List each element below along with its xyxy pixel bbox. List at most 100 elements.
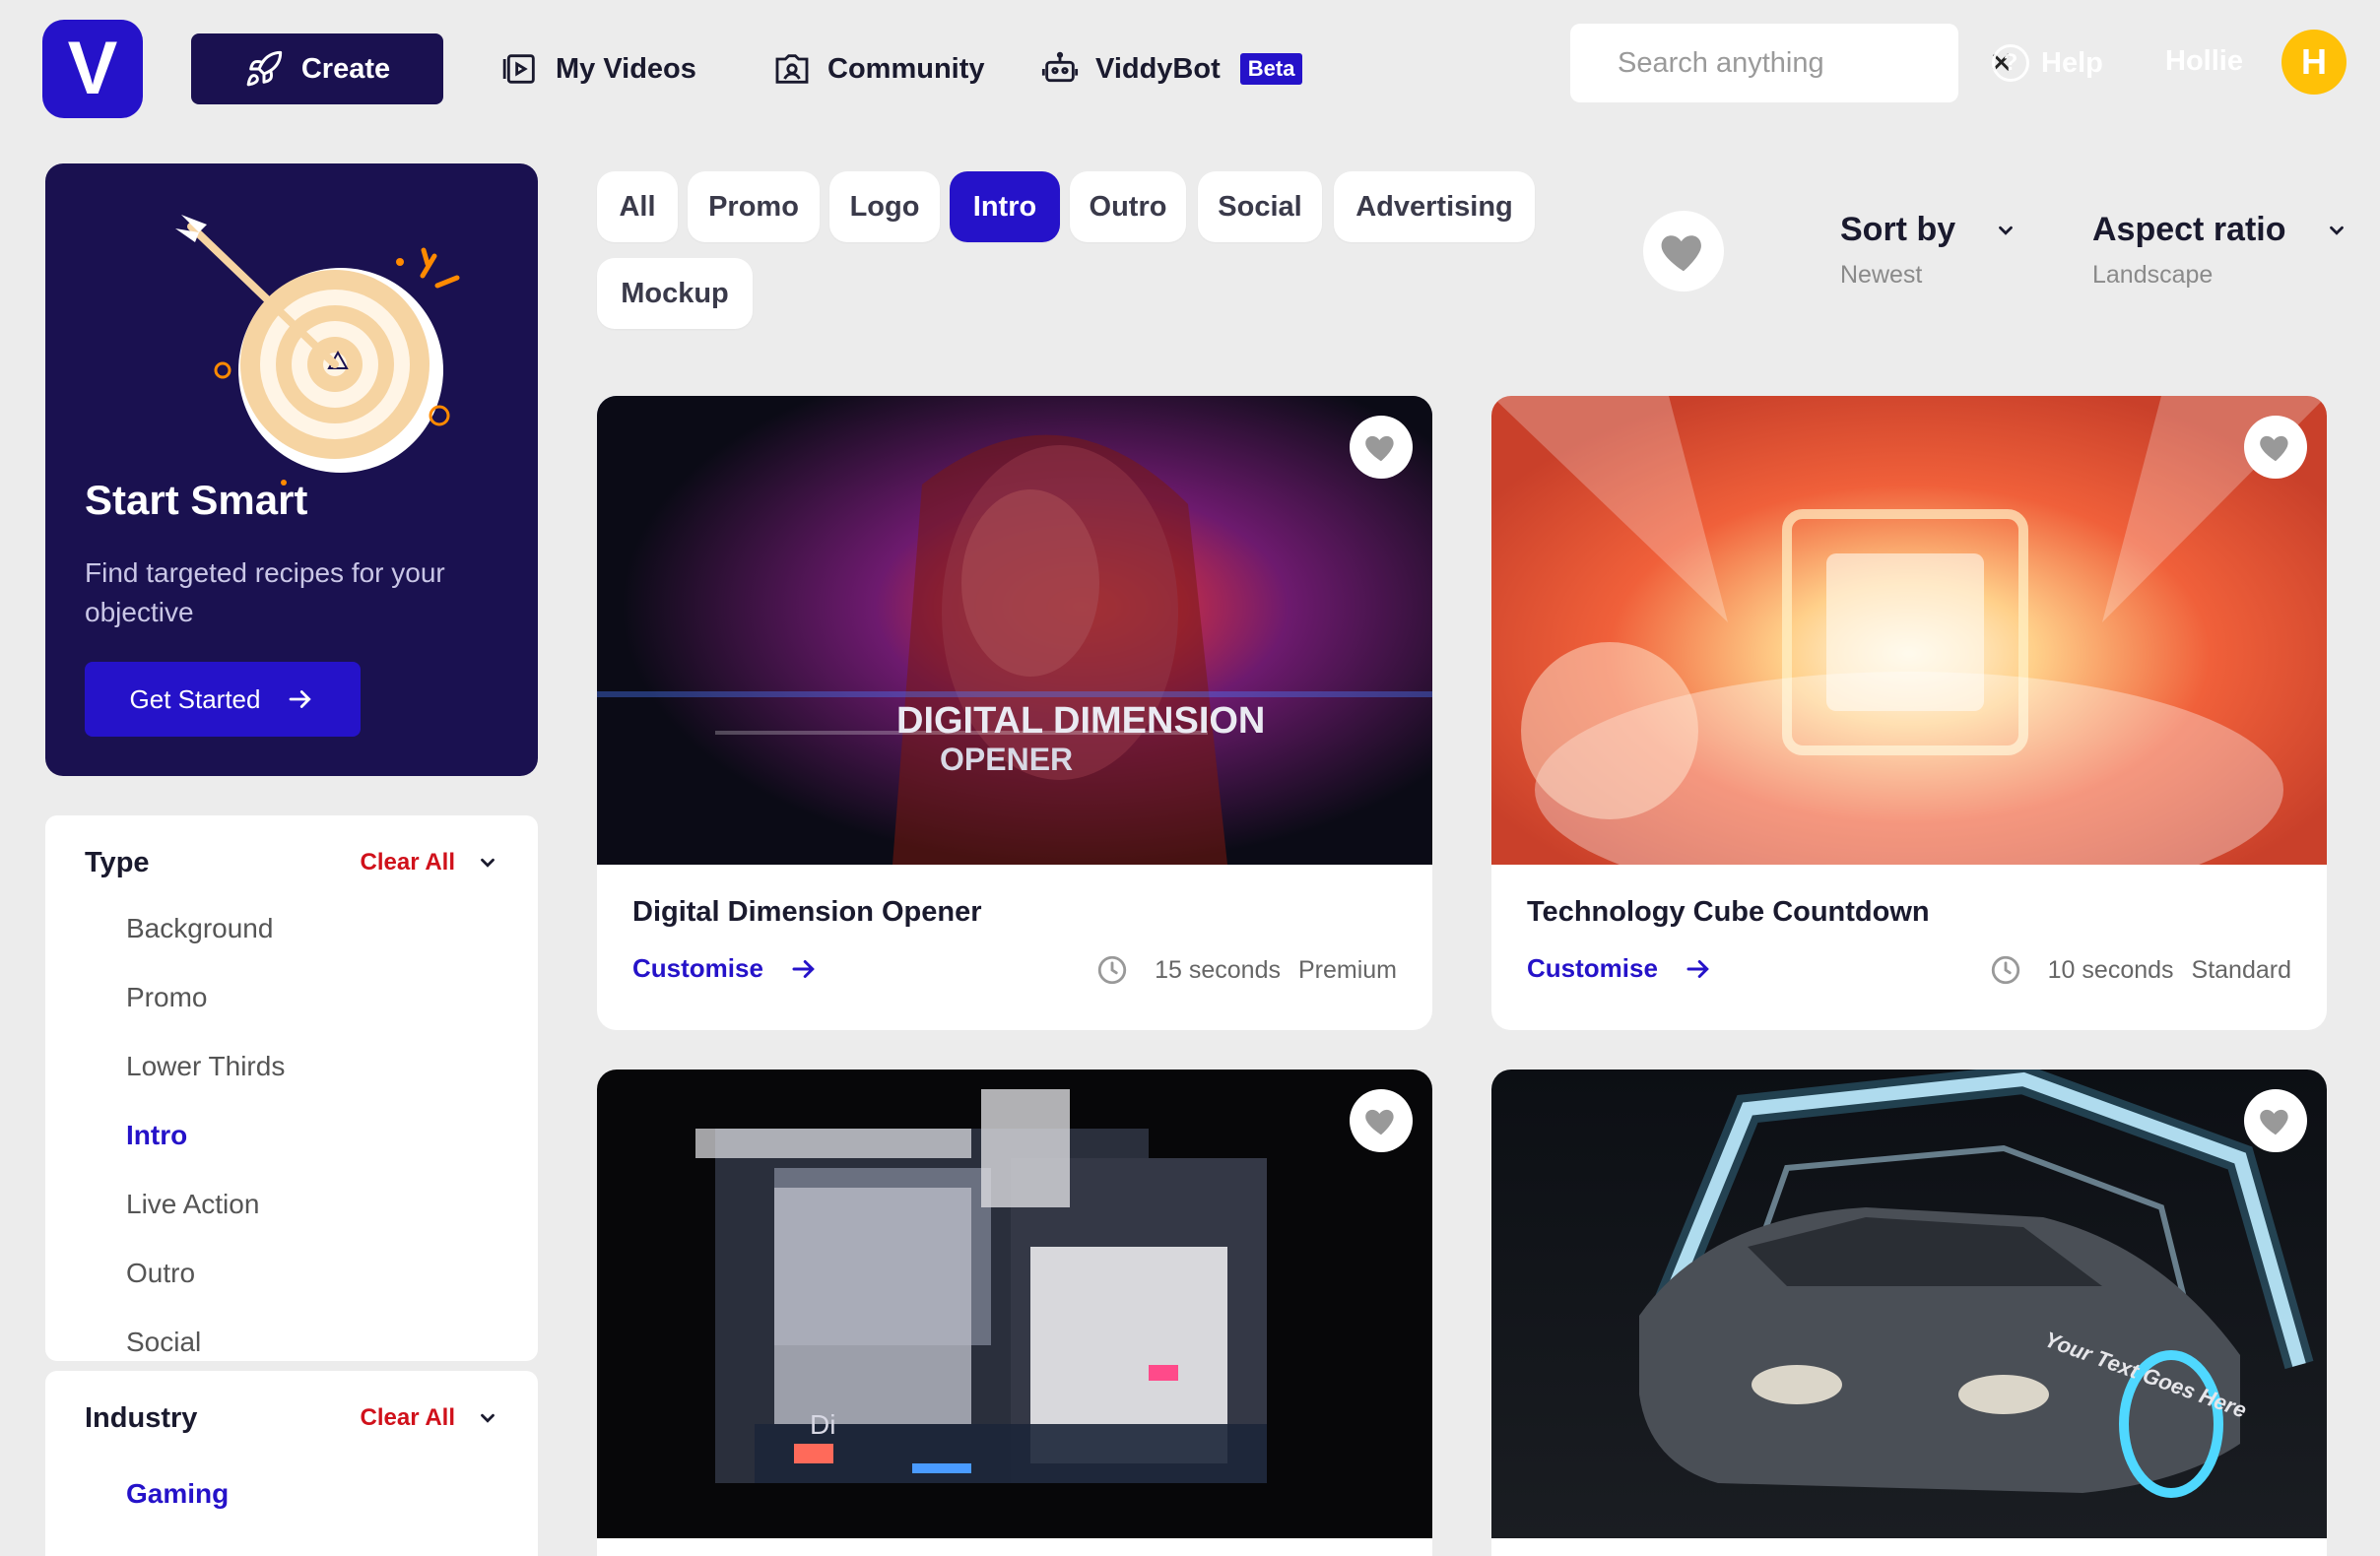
create-button[interactable]: Create	[191, 33, 443, 104]
filter-option-background[interactable]: Background	[126, 894, 285, 963]
sort-label: Sort by	[1840, 211, 1956, 248]
arrow-right-icon	[1686, 959, 1709, 978]
user-name[interactable]: Hollie	[2165, 45, 2243, 78]
template-tier: Standard	[2191, 955, 2291, 984]
tab-intro[interactable]: Intro	[950, 171, 1060, 242]
page: V Create My Videos Community ViddyBot Be…	[0, 0, 2380, 1556]
help-link[interactable]: ? Help	[1992, 41, 2103, 85]
customise-label: Customise	[632, 953, 763, 983]
promo-title: Start Smart	[85, 477, 308, 523]
aspect-ratio-label: Aspect ratio	[2092, 211, 2286, 248]
avatar[interactable]: H	[2281, 30, 2347, 95]
start-smart-card: Start Smart Find targeted recipes for yo…	[45, 163, 538, 776]
arrow-right-icon	[290, 690, 312, 708]
tab-advertising[interactable]: Advertising	[1334, 171, 1535, 242]
rocket-icon	[246, 50, 283, 87]
clock-icon	[1097, 955, 1127, 985]
nav-community-label: Community	[827, 52, 985, 85]
template-card[interactable]: Technology Cube Countdown Customise 10 s…	[1491, 396, 2327, 1030]
get-started-label: Get Started	[129, 683, 261, 714]
tab-all[interactable]: All	[597, 171, 678, 242]
template-title: Digital Dimension Opener	[632, 896, 982, 928]
template-duration: 10 seconds	[2047, 955, 2174, 984]
search-bar[interactable]: ✕	[1570, 24, 2014, 102]
filter-option-social[interactable]: Social	[126, 1308, 285, 1361]
thumbnail-title-text: DIGITAL DIMENSION	[896, 700, 1265, 742]
template-card[interactable]: Your Text Goes Here	[1491, 1070, 2327, 1556]
favourite-button[interactable]	[2244, 416, 2307, 479]
tab-outro[interactable]: Outro	[1070, 171, 1186, 242]
filter-industry: Industry Clear All Gaming	[45, 1371, 538, 1556]
aspect-ratio-dropdown[interactable]: Aspect ratio Landscape	[2092, 211, 2347, 290]
nav-my-videos[interactable]: My Videos	[500, 43, 696, 95]
filter-option-intro[interactable]: Intro	[126, 1101, 285, 1170]
aspect-ratio-value: Landscape	[2092, 261, 2214, 289]
tab-social[interactable]: Social	[1198, 171, 1322, 242]
tab-promo[interactable]: Promo	[688, 171, 820, 242]
filter-industry-title: Industry	[85, 1401, 198, 1434]
filter-type-clear-all[interactable]: Clear All	[361, 849, 455, 876]
template-thumbnail[interactable]: Di	[597, 1070, 1432, 1538]
robot-icon	[1041, 51, 1079, 83]
heart-icon	[1365, 1109, 1394, 1135]
template-card[interactable]: DIGITAL DIMENSION OPENER Digital Dimensi…	[597, 396, 1432, 1030]
customise-link[interactable]: Customise	[632, 953, 819, 984]
create-button-label: Create	[300, 52, 391, 85]
heart-icon	[2260, 435, 2288, 462]
filter-type-title: Type	[85, 846, 150, 878]
chevron-down-icon[interactable]	[477, 852, 498, 874]
favourite-button[interactable]	[2244, 1089, 2307, 1152]
filter-industry-header[interactable]: Industry Clear All	[85, 1398, 498, 1438]
app-logo[interactable]: V	[42, 20, 143, 118]
template-title: Technology Cube Countdown	[1527, 896, 1930, 928]
tab-logo[interactable]: Logo	[829, 171, 940, 242]
filter-option-promo[interactable]: Promo	[126, 963, 285, 1032]
tab-mockup[interactable]: Mockup	[597, 258, 753, 329]
video-library-icon	[502, 54, 535, 84]
target-illustration-icon	[175, 215, 460, 486]
chevron-down-icon	[1999, 226, 2013, 235]
filter-industry-options: Gaming	[126, 1459, 229, 1528]
nav-my-videos-label: My Videos	[556, 52, 696, 85]
favourite-button[interactable]	[1350, 1089, 1413, 1152]
chevron-down-icon[interactable]	[477, 1407, 498, 1429]
template-meta: 15 seconds Premium	[1095, 953, 1397, 987]
filter-option-outro[interactable]: Outro	[126, 1239, 285, 1308]
thumbnail-text: Di	[810, 1409, 835, 1440]
template-card[interactable]: Di	[597, 1070, 1432, 1556]
clock-icon	[1991, 955, 2019, 985]
community-icon	[775, 54, 809, 84]
filter-type-options: Background Promo Lower Thirds Intro Live…	[126, 894, 285, 1361]
help-label: Help	[2041, 46, 2103, 79]
heart-icon	[1365, 435, 1394, 462]
filter-option-lower-thirds[interactable]: Lower Thirds	[126, 1032, 285, 1101]
favourite-button[interactable]	[1350, 416, 1413, 479]
sort-dropdown[interactable]: Sort by Newest	[1840, 211, 2016, 290]
favourites-filter-button[interactable]	[1643, 211, 1724, 292]
sort-value: Newest	[1840, 261, 1923, 289]
heart-icon	[1661, 235, 1701, 272]
template-thumbnail[interactable]: DIGITAL DIMENSION OPENER	[597, 396, 1432, 865]
filter-type-header[interactable]: Type Clear All	[85, 843, 498, 882]
template-thumbnail[interactable]: Your Text Goes Here	[1491, 1070, 2327, 1538]
heart-icon	[2260, 1109, 2288, 1135]
customise-link[interactable]: Customise	[1527, 953, 1713, 984]
template-tier: Premium	[1297, 955, 1397, 984]
customise-label: Customise	[1527, 953, 1658, 983]
filter-option-gaming[interactable]: Gaming	[126, 1459, 229, 1528]
filter-type: Type Clear All Background Promo Lower Th…	[45, 815, 538, 1361]
nav-community[interactable]: Community	[772, 43, 985, 95]
template-duration: 15 seconds	[1155, 955, 1281, 984]
search-input[interactable]	[1618, 46, 1989, 80]
template-meta: 10 seconds Standard	[1989, 953, 2291, 987]
chevron-down-icon	[2329, 226, 2344, 235]
filter-industry-clear-all[interactable]: Clear All	[361, 1404, 455, 1432]
arrow-right-icon	[792, 959, 815, 978]
get-started-button[interactable]: Get Started	[85, 662, 361, 737]
help-icon: ?	[1992, 44, 2029, 82]
beta-badge: Beta	[1239, 53, 1303, 85]
promo-description: Find targeted recipes for your objective	[85, 557, 445, 627]
filter-option-live-action[interactable]: Live Action	[126, 1170, 285, 1239]
template-thumbnail[interactable]	[1491, 396, 2327, 865]
nav-viddybot[interactable]: ViddyBot Beta	[1040, 43, 1303, 95]
